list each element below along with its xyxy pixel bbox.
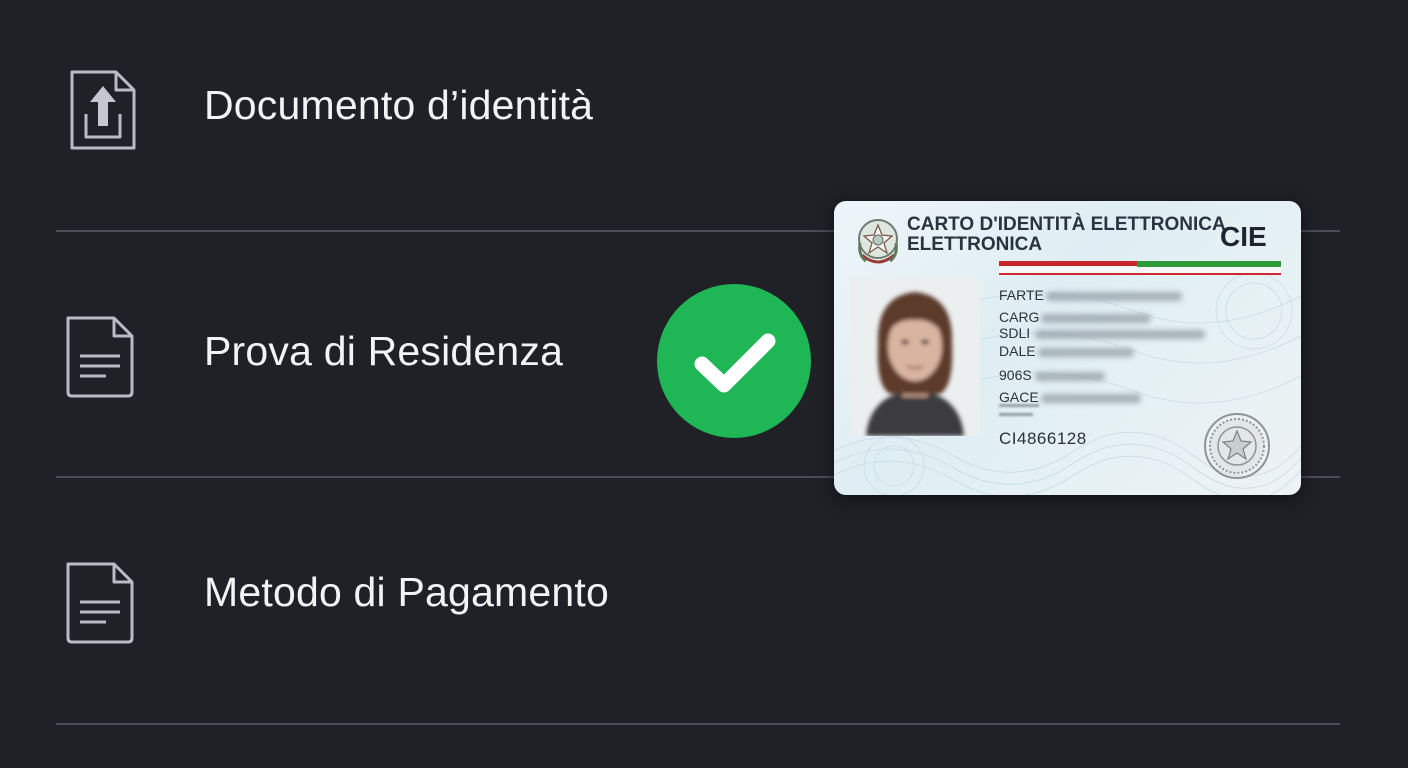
document-item-label: Metodo di Pagamento [204,569,609,615]
document-item-label: Documento d’identità [204,82,594,128]
portrait-photo [850,276,980,436]
card-field: 906S [999,367,1205,389]
card-field: DALE [999,343,1205,365]
file-upload-icon [64,64,140,154]
card-type-code: CIE [1220,221,1267,252]
document-item-identity[interactable]: Documento d’identità [0,60,1408,160]
card-title-line: CARTO D'IDENTITÀ ELETTRONICA [907,214,1226,235]
checkmark-icon [694,333,776,393]
flag-stripe [999,261,1281,275]
card-number: CI4866128 [999,429,1087,448]
card-title: CARTO D'IDENTITÀ ELETTRONICA ELETTRONICA [907,215,1226,255]
document-icon [64,558,140,648]
document-checklist-screen: Documento d’identità Prova di Residenza [0,0,1408,768]
republic-emblem-icon [858,219,898,264]
card-title-line: ELETTRONICA [907,234,1043,255]
id-card-preview[interactable]: CARTO D'IDENTITÀ ELETTRONICA ELETTRONICA… [834,201,1301,495]
official-seal-icon [1204,413,1270,479]
document-item-label: Prova di Residenza [204,328,564,374]
success-badge [657,284,811,438]
document-item-payment[interactable]: Metodo di Pagamento [0,550,1408,650]
document-icon [64,312,140,402]
card-field: FARTE [999,287,1205,309]
card-fine-print [999,404,1059,422]
divider [56,723,1340,725]
card-field-list: FARTE CARG SDLI DALE 906S GACE [999,287,1205,411]
